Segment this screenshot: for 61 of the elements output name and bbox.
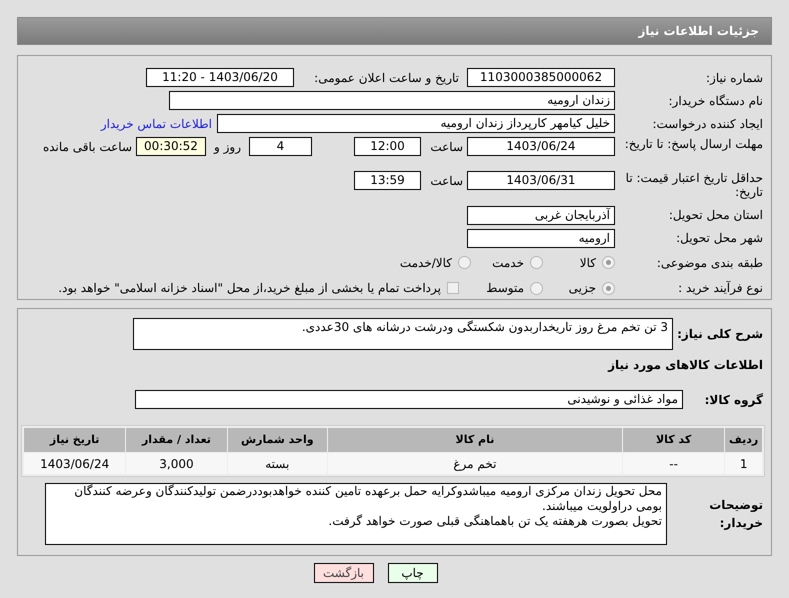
field-label: ایجاد کننده درخواست: <box>651 116 763 130</box>
field-label: گروه کالا: <box>704 392 764 408</box>
column-header: تعداد / مقدار <box>126 428 227 452</box>
radio-button[interactable] <box>602 256 615 270</box>
radio-button[interactable] <box>458 256 471 270</box>
field-label: طبقه بندی موضوعی: <box>656 256 763 270</box>
notes-textarea[interactable]: محل تحویل زندان مرکزی ارومیه میباشدوکرایه حمل برعهده تامین کننده خواهدبوددرضمن تولیدکنندگان وعرضه کنندگان بومی دراولویت میباشند. تحویل بصورت هرهفته یک تن باهماهنگی قبلی صورت خواهد گرفت. <box>45 483 667 545</box>
contact-link[interactable]: اطلاعات تماس خریدار <box>100 114 212 132</box>
section-heading: اطلاعات کالاهای مورد نیاز <box>608 357 764 374</box>
table-cell: 1403/06/24 <box>24 453 126 474</box>
column-header: کد کالا <box>622 428 724 452</box>
column-header: ردیف <box>725 428 762 452</box>
field-value: 1103000385000062 <box>467 68 615 87</box>
radio-label: کالا <box>580 254 596 272</box>
field-value: ارومیه <box>467 228 615 248</box>
column-header: تاریخ نیاز <box>24 428 126 452</box>
field-label: شماره نیاز: <box>705 70 763 84</box>
page-title: جزئیات اطلاعات نیاز <box>638 23 759 40</box>
field-label: ساعت <box>429 138 463 156</box>
field-label: شرح کلی نیاز: <box>676 326 764 343</box>
field-value: 1403/06/20 - 11:20 <box>146 68 294 87</box>
field-value: مواد غذائی و نوشیدنی <box>135 390 683 409</box>
field-value: زندان ارومیه <box>169 91 615 110</box>
summary-textarea[interactable]: 3 تن تخم مرغ روز تاریخداربدون شکستگی ودرشت درشانه های 30عددی. <box>133 318 673 350</box>
field-value: خلیل کیامهر کارپرداز زندان ارومیه <box>217 114 615 133</box>
field-label: روز و <box>212 138 242 156</box>
checkbox[interactable] <box>447 282 459 294</box>
table-cell: تخم مرغ <box>328 453 622 474</box>
print-button[interactable]: چاپ <box>388 563 438 583</box>
field-value: 1403/06/24 <box>467 137 615 156</box>
field-value: 00:30:52 <box>136 137 206 156</box>
radio-label: کالا/خدمت <box>400 254 452 272</box>
radio-label: متوسط <box>486 280 524 298</box>
field-label: ساعت باقی مانده <box>42 138 132 156</box>
radio-button[interactable] <box>530 282 543 295</box>
radio-label: جزیی <box>568 280 596 298</box>
field-label: شهر محل تحویل: <box>675 231 763 246</box>
back-button[interactable]: بازگشت <box>314 563 374 583</box>
field-value: 13:59 <box>354 171 421 190</box>
field-label: حداقل تاریخ اعتبار قیمت: تا تاریخ: <box>624 171 763 200</box>
radio-button[interactable] <box>530 256 543 270</box>
field-label: تاریخ و ساعت اعلان عمومی: <box>313 70 459 86</box>
field-value: 1403/06/31 <box>467 171 615 190</box>
field-label: توضیحات خریدار: <box>708 497 764 532</box>
column-header: نام کالا <box>328 428 622 452</box>
table-cell: بسته <box>228 453 327 474</box>
field-label: مهلت ارسال پاسخ: تا تاریخ: <box>624 137 763 151</box>
table-cell: -- <box>622 453 724 474</box>
radio-label: خدمت <box>492 254 524 272</box>
field-label: نام دستگاه خریدار: <box>668 94 763 108</box>
field-label: ساعت <box>429 172 463 190</box>
radio-button[interactable] <box>602 282 615 295</box>
field-value: 12:00 <box>354 137 421 156</box>
field-label: نوع فرآیند خرید : <box>677 281 763 296</box>
field-value: 4 <box>249 137 312 156</box>
table-cell: 1 <box>725 453 762 474</box>
field-value: آذربایجان غربی <box>467 206 615 225</box>
table-cell: 3,000 <box>126 453 227 474</box>
column-header: واحد شمارش <box>228 428 327 452</box>
field-label: استان محل تحویل: <box>668 208 763 222</box>
checkbox-label: پرداخت تمام یا بخشی از مبلغ خرید،از محل "اسناد خزانه اسلامی" خواهد بود. <box>58 280 441 298</box>
